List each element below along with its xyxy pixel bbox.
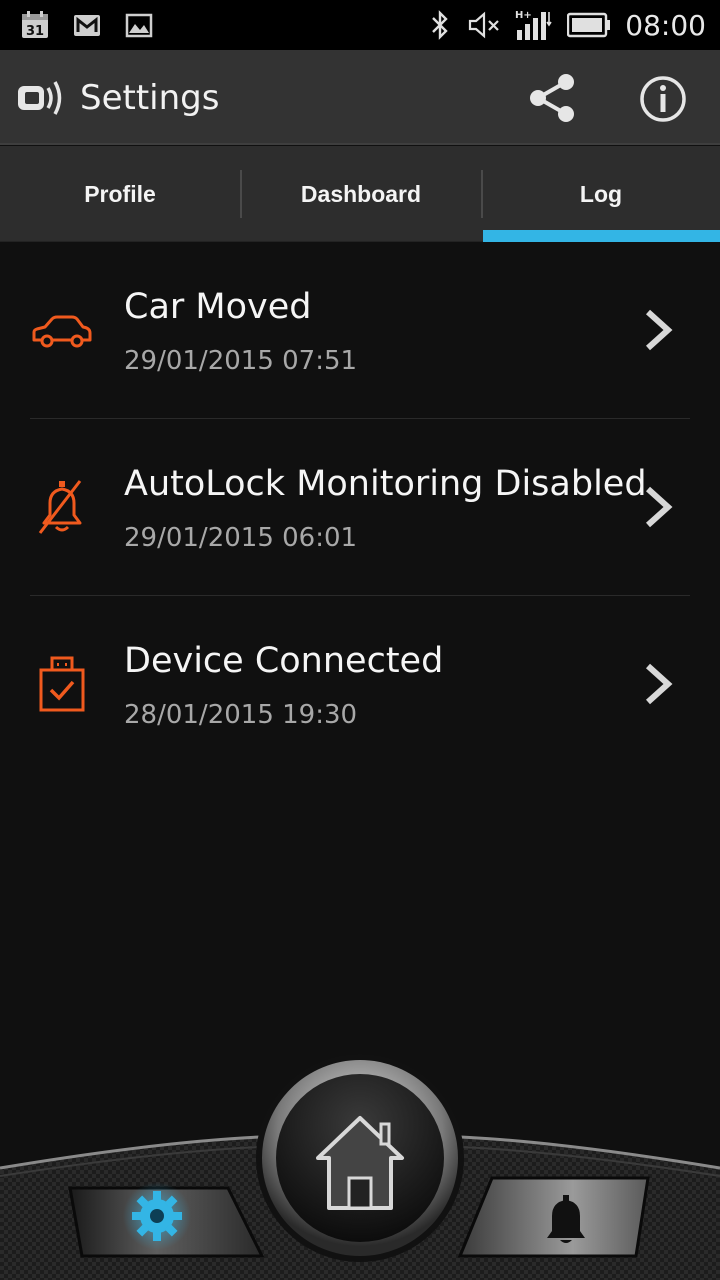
log-item-time: 29/01/2015 07:51 (124, 346, 358, 376)
status-bar: 31 H+ 08:00 (0, 0, 720, 50)
log-list: Car Moved 29/01/2015 07:51 AutoLock Moni… (0, 242, 720, 773)
signal-icon: H+ (515, 10, 552, 40)
log-item-time: 29/01/2015 06:01 (124, 523, 358, 553)
chevron-right-icon (645, 663, 673, 705)
chevron-right-icon (645, 486, 673, 528)
info-icon[interactable] (638, 74, 688, 124)
log-item-title: Device Connected (124, 641, 444, 681)
gallery-icon (125, 13, 153, 38)
share-icon[interactable] (526, 72, 578, 124)
device-connected-icon (39, 656, 85, 712)
log-item[interactable]: AutoLock Monitoring Disabled 29/01/2015 … (0, 419, 720, 596)
gmail-icon (74, 15, 100, 36)
battery-icon (567, 12, 611, 38)
mute-icon (469, 11, 500, 39)
page-title: Settings (80, 78, 220, 118)
bluetooth-icon (432, 10, 448, 40)
log-item[interactable]: Car Moved 29/01/2015 07:51 (0, 242, 720, 419)
calendar-icon: 31 (22, 11, 48, 39)
status-clock: 08:00 (625, 8, 706, 42)
bottom-dock (0, 1054, 720, 1280)
app-logo-icon[interactable] (16, 76, 64, 120)
calendar-day: 31 (26, 24, 44, 39)
action-bar: Settings (0, 50, 720, 145)
svg-text:H+: H+ (515, 10, 532, 21)
selected-tab-indicator (483, 230, 720, 242)
gear-icon (132, 1191, 182, 1241)
alarm-off-icon (38, 480, 82, 534)
log-item[interactable]: Device Connected 28/01/2015 19:30 (0, 596, 720, 773)
tab-profile[interactable]: Profile (0, 146, 240, 242)
chevron-right-icon (645, 309, 673, 351)
notifications-button[interactable] (457, 1176, 650, 1258)
tab-bar: Profile Dashboard Log (0, 146, 720, 242)
tab-dashboard[interactable]: Dashboard (241, 146, 481, 242)
log-item-title: Car Moved (124, 287, 312, 327)
log-item-time: 28/01/2015 19:30 (124, 700, 358, 730)
log-item-title: AutoLock Monitoring Disabled (124, 464, 647, 504)
car-icon (32, 315, 92, 348)
home-button[interactable] (256, 1054, 464, 1262)
tab-log[interactable]: Log (482, 146, 720, 242)
